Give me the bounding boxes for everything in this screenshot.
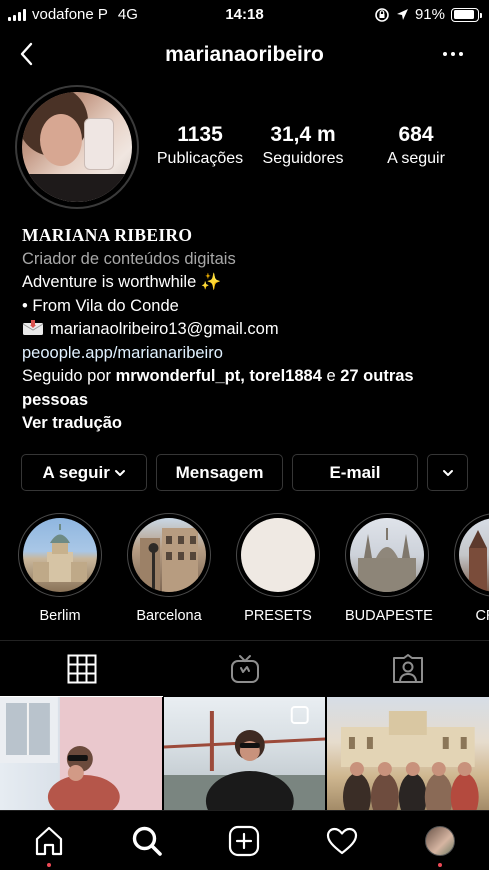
profile-stats: 1135 Publicações 31,4 m Seguidores 684 A…: [155, 123, 465, 168]
email-button[interactable]: E-mail: [291, 454, 419, 491]
profile-header: marianaoribeiro: [0, 38, 489, 72]
followed-by-prefix: Seguido por: [22, 367, 116, 385]
profile-name: MARIANA RIBEIRO: [22, 225, 193, 245]
highlight-berlim[interactable]: Berlim: [18, 513, 102, 623]
tagged-icon: [392, 653, 423, 683]
bio-email[interactable]: marianaolribeiro13@gmail.com: [50, 320, 279, 338]
stat-following-value: 684: [398, 123, 434, 146]
profile-notification-dot: [438, 862, 443, 867]
email-button-label: E-mail: [329, 462, 381, 482]
nav-home[interactable]: [19, 813, 79, 869]
grid-icon: [67, 654, 96, 683]
highlight-label: CRAC: [475, 608, 489, 623]
see-translation-link[interactable]: Ver tradução: [22, 412, 472, 436]
profile-username: marianaoribeiro: [165, 43, 324, 66]
post-thumbnail[interactable]: [327, 697, 489, 810]
message-button[interactable]: Mensagem: [156, 454, 283, 491]
tab-igtv[interactable]: [163, 641, 326, 696]
stat-posts-label: Publicações: [156, 150, 244, 167]
igtv-icon: [230, 654, 259, 683]
nav-activity[interactable]: [312, 813, 372, 869]
chevron-down-icon: [114, 469, 125, 476]
highlight-cover: [132, 518, 206, 592]
followed-by-and: e: [321, 367, 341, 385]
profile-actions: A seguir Mensagem E-mail: [21, 454, 468, 491]
suggested-accounts-button[interactable]: [427, 454, 468, 491]
post-thumbnail[interactable]: [0, 697, 162, 810]
highlight-label: PRESETS: [244, 608, 312, 623]
profile-bio: MARIANA RIBEIRO Criador de conteúdos dig…: [22, 224, 472, 436]
highlight-cover: [23, 518, 97, 592]
highlight-cover: [459, 518, 489, 592]
following-button[interactable]: A seguir: [21, 454, 148, 491]
story-highlights: Berlim Barcelona PRESETS BUDAPESTE C: [18, 513, 489, 623]
location-icon: [396, 9, 408, 20]
highlight-label: Barcelona: [136, 608, 202, 623]
profile-tabs: [0, 640, 489, 697]
highlight-budapeste[interactable]: BUDAPESTE: [345, 513, 433, 623]
followed-by-users: mrwonderful_pt, torel1884: [115, 367, 322, 385]
post-thumbnail[interactable]: [163, 697, 326, 810]
highlight-presets[interactable]: PRESETS: [236, 513, 320, 623]
highlight-label: Berlim: [39, 608, 81, 623]
highlight-crac[interactable]: CRAC: [454, 513, 489, 623]
profile-category: Criador de conteúdos digitais: [22, 249, 236, 268]
highlight-cover: [350, 518, 424, 592]
following-button-label: A seguir: [42, 462, 110, 482]
bio-line: Adventure is worthwhile ✨: [22, 273, 222, 291]
envelope-icon: [22, 320, 44, 335]
search-icon: [132, 826, 162, 856]
stat-posts[interactable]: 1135 Publicações: [151, 123, 249, 168]
profile-avatar[interactable]: [15, 85, 139, 209]
message-button-label: Mensagem: [175, 462, 264, 482]
nav-new-post[interactable]: [214, 813, 274, 869]
stat-followers-label: Seguidores: [262, 150, 344, 167]
battery-percent: 91%: [414, 6, 445, 23]
stat-followers[interactable]: 31,4 m Seguidores: [251, 123, 355, 168]
stat-following[interactable]: 684 A seguir: [367, 123, 465, 168]
home-icon: [35, 826, 62, 855]
new-post-icon: [229, 825, 260, 856]
orientation-lock-icon: [375, 7, 389, 22]
activity-icon: [327, 827, 358, 854]
highlight-barcelona[interactable]: Barcelona: [127, 513, 211, 623]
status-bar: vodafone P 4G 14:18 91%: [0, 0, 489, 30]
profile-icon: [425, 825, 456, 856]
highlight-cover: [241, 518, 315, 592]
nav-profile[interactable]: [410, 813, 470, 869]
nav-search[interactable]: [117, 813, 177, 869]
stat-following-label: A seguir: [387, 150, 445, 167]
battery-icon: [451, 7, 482, 22]
followed-by[interactable]: Seguido por mrwonderful_pt, torel1884 e …: [22, 365, 472, 412]
tab-posts-grid[interactable]: [0, 641, 163, 697]
bio-link[interactable]: peoople.app/marianaribeiro: [22, 342, 472, 366]
bottom-navigation: [0, 810, 489, 870]
more-options-icon[interactable]: [443, 52, 463, 56]
highlight-label: BUDAPESTE: [345, 608, 433, 623]
bio-line: • From Vila do Conde: [22, 296, 179, 315]
chevron-down-icon: [442, 469, 453, 476]
home-notification-dot: [46, 862, 51, 867]
posts-grid: [0, 697, 489, 810]
stat-followers-value: 31,4 m: [270, 123, 336, 146]
tab-tagged[interactable]: [326, 641, 489, 696]
stat-posts-value: 1135: [177, 123, 223, 146]
